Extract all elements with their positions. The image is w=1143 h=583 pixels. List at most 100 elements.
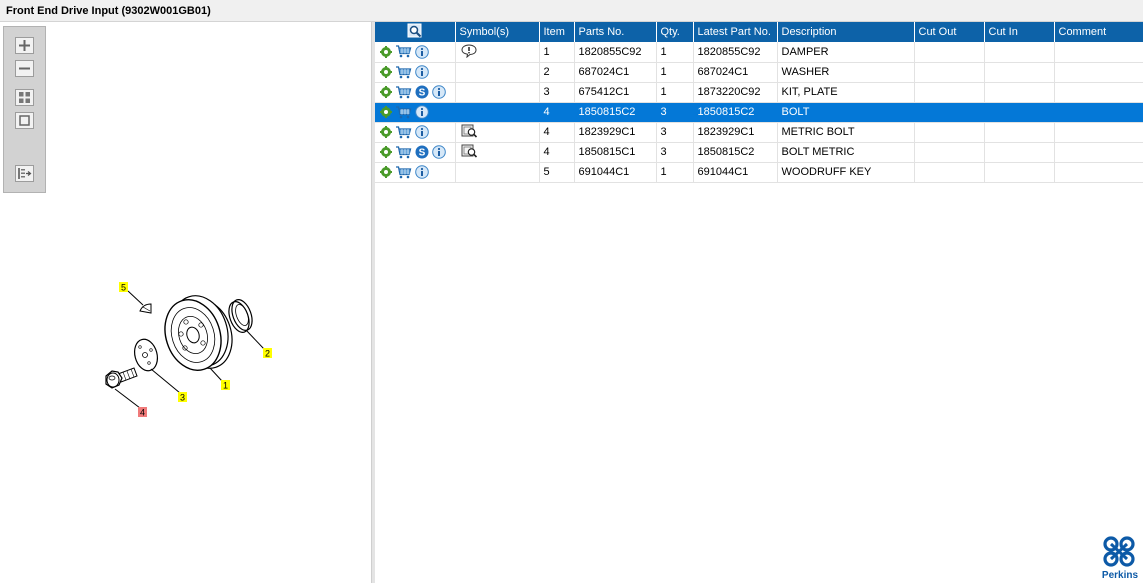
zoom-out-button[interactable] xyxy=(15,60,34,77)
cell-latest-part-no[interactable]: 1820855C92 xyxy=(693,42,778,63)
settings-gear-icon[interactable] xyxy=(380,126,392,138)
cell-cut-out xyxy=(914,162,985,183)
cell-latest-part-no[interactable]: 1873220C92 xyxy=(693,82,778,103)
cell-qty: 1 xyxy=(656,82,694,103)
table-row[interactable]: 5 691044C1 1 691044C1 WOODRUFF KEY xyxy=(375,162,1143,183)
zoom-in-button[interactable] xyxy=(15,37,34,54)
minus-icon xyxy=(19,67,30,70)
shopping-cart-icon[interactable] xyxy=(395,165,412,179)
magnifier-icon[interactable] xyxy=(407,23,423,39)
callout-label: 3 xyxy=(180,393,185,403)
table-row[interactable]: 4 1850815C2 3 1850815C2 BOLT xyxy=(375,102,1143,123)
column-header-search[interactable] xyxy=(375,22,456,42)
cell-latest-part-no[interactable]: 1850815C2 xyxy=(693,102,778,123)
cell-parts-no[interactable]: 1820855C92 xyxy=(574,42,657,63)
exploded-diagram: 5 2 1 3 4 xyxy=(105,282,272,418)
callout-1[interactable]: 1 xyxy=(221,380,230,391)
settings-gear-icon[interactable] xyxy=(380,166,392,178)
cell-parts-no[interactable]: 691044C1 xyxy=(574,162,657,183)
grid-icon xyxy=(19,92,30,103)
column-header-latest-part-no[interactable]: Latest Part No. xyxy=(693,22,778,42)
cell-parts-no[interactable]: 687024C1 xyxy=(574,62,657,83)
cell-description: WASHER xyxy=(777,62,915,83)
window-title: Front End Drive Input (9302W001GB01) xyxy=(0,0,1143,22)
actual-size-button[interactable] xyxy=(15,112,34,129)
table-row[interactable]: 2 687024C1 1 687024C1 WASHER xyxy=(375,62,1143,83)
cell-description: WOODRUFF KEY xyxy=(777,162,915,183)
column-header-description[interactable]: Description xyxy=(777,22,915,42)
exclamation-bubble-icon[interactable] xyxy=(460,44,477,59)
supersession-icon[interactable]: S xyxy=(415,85,429,99)
table-row[interactable]: S 3 675412C1 1 1873220C92 KIT, PLATE xyxy=(375,82,1143,103)
row-symbols xyxy=(455,142,540,163)
cell-cut-in xyxy=(984,122,1055,143)
settings-gear-icon[interactable] xyxy=(380,66,392,78)
shopping-cart-icon[interactable] xyxy=(395,105,412,119)
callout-3[interactable]: 3 xyxy=(178,392,187,403)
callout-4[interactable]: 4 xyxy=(138,407,147,418)
table-row[interactable]: S 4 1850815C1 3 1850815C2 BOLT METRIC xyxy=(375,142,1143,163)
info-icon[interactable] xyxy=(415,165,429,179)
supersession-icon[interactable]: S xyxy=(415,145,429,159)
parts-table: Symbol(s) Item Parts No. Qty. Latest Par… xyxy=(375,22,1143,183)
info-icon[interactable] xyxy=(415,125,429,139)
cell-cut-in xyxy=(984,102,1055,123)
shopping-cart-icon[interactable] xyxy=(395,145,412,159)
info-icon[interactable] xyxy=(432,145,446,159)
column-header-cut-out[interactable]: Cut Out xyxy=(914,22,985,42)
fit-to-window-button[interactable] xyxy=(15,89,34,106)
plate-part[interactable] xyxy=(131,337,161,374)
cell-cut-out xyxy=(914,142,985,163)
shopping-cart-icon[interactable] xyxy=(395,125,412,139)
column-header-symbols[interactable]: Symbol(s) xyxy=(455,22,540,42)
cell-cut-out xyxy=(914,82,985,103)
cell-latest-part-no[interactable]: 1850815C2 xyxy=(693,142,778,163)
cell-item: 4 xyxy=(539,122,575,143)
cell-parts-no[interactable]: 1850815C1 xyxy=(574,142,657,163)
cell-cut-in xyxy=(984,142,1055,163)
callout-2[interactable]: 2 xyxy=(263,348,272,359)
cell-parts-no[interactable]: 1850815C2 xyxy=(574,102,657,123)
cell-description: DAMPER xyxy=(777,42,915,63)
cell-latest-part-no[interactable]: 687024C1 xyxy=(693,62,778,83)
toggle-list-button[interactable] xyxy=(15,165,34,182)
column-header-cut-in[interactable]: Cut In xyxy=(984,22,1055,42)
info-icon[interactable] xyxy=(415,44,429,59)
cell-parts-no[interactable]: 675412C1 xyxy=(574,82,657,103)
diagram-pane[interactable]: 5 2 1 3 4 xyxy=(0,22,372,583)
row-actions xyxy=(375,42,456,63)
table-row[interactable]: 4 1823929C1 3 1823929C1 METRIC BOLT xyxy=(375,122,1143,143)
cell-item: 4 xyxy=(539,102,575,123)
info-icon[interactable] xyxy=(432,85,446,99)
woodruff-key-part[interactable] xyxy=(139,303,152,314)
cell-description: KIT, PLATE xyxy=(777,82,915,103)
alternate-icon[interactable] xyxy=(461,124,478,138)
callout-5[interactable]: 5 xyxy=(119,282,128,293)
settings-gear-icon[interactable] xyxy=(380,86,392,98)
cell-cut-in xyxy=(984,62,1055,83)
row-symbols xyxy=(455,82,540,103)
info-icon[interactable] xyxy=(415,65,429,79)
cell-latest-part-no[interactable]: 691044C1 xyxy=(693,162,778,183)
column-header-qty[interactable]: Qty. xyxy=(656,22,694,42)
shopping-cart-icon[interactable] xyxy=(395,85,412,99)
alternate-icon[interactable] xyxy=(461,144,478,158)
settings-gear-icon[interactable] xyxy=(380,146,392,158)
shopping-cart-icon[interactable] xyxy=(395,45,412,58)
settings-gear-icon[interactable] xyxy=(380,106,392,118)
info-icon[interactable] xyxy=(415,105,429,119)
column-header-item[interactable]: Item xyxy=(539,22,575,42)
cell-latest-part-no[interactable]: 1823929C1 xyxy=(693,122,778,143)
cell-comment xyxy=(1054,102,1143,123)
cell-parts-no[interactable]: 1823929C1 xyxy=(574,122,657,143)
bolt-part[interactable] xyxy=(105,367,138,389)
table-row[interactable]: 1 1820855C92 1 1820855C92 DAMPER xyxy=(375,42,1143,63)
callout-label: 2 xyxy=(265,349,270,359)
settings-gear-icon[interactable] xyxy=(380,45,392,58)
column-header-comment[interactable]: Comment xyxy=(1054,22,1143,42)
shopping-cart-icon[interactable] xyxy=(395,65,412,79)
callout-label: 4 xyxy=(140,408,145,418)
brand-name: Perkins xyxy=(1102,570,1139,581)
column-header-parts-no[interactable]: Parts No. xyxy=(574,22,657,42)
damper-part[interactable] xyxy=(156,288,240,377)
